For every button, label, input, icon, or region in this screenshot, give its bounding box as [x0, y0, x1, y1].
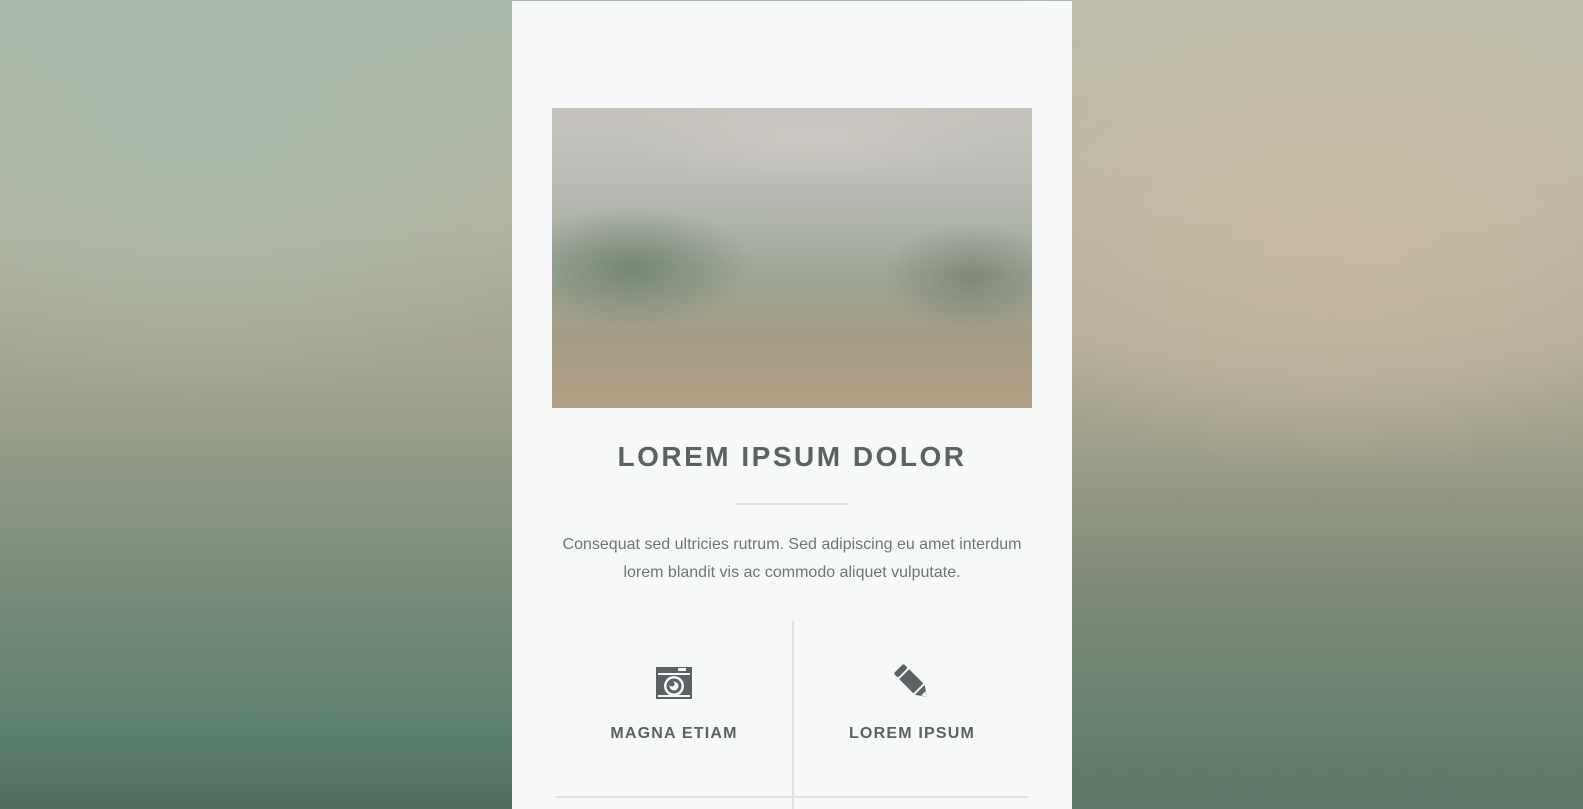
- pencil-icon: [892, 663, 932, 701]
- content-card: LOREM IPSUM DOLOR Consequat sed ultricie…: [512, 1, 1072, 809]
- feature-grid: MAGNA ETIAM LOREM IPSUM: [556, 621, 1028, 809]
- article-description: Consequat sed ultricies rutrum. Sed adip…: [562, 536, 1022, 581]
- feature-label: LOREM IPSUM: [848, 725, 976, 742]
- article-title: LOREM IPSUM DOLOR: [617, 441, 967, 472]
- feature-item-magna-etiam[interactable]: MAGNA ETIAM: [556, 621, 792, 796]
- camera-icon: [654, 663, 694, 701]
- feature-label: MAGNA ETIAM: [610, 725, 738, 742]
- feature-divider-horizontal: [556, 796, 1028, 798]
- hero-image: [552, 108, 1032, 408]
- background-right-panel: [1072, 0, 1583, 809]
- title-divider: [735, 503, 847, 505]
- feature-item-lorem-ipsum[interactable]: LOREM IPSUM: [794, 621, 1030, 796]
